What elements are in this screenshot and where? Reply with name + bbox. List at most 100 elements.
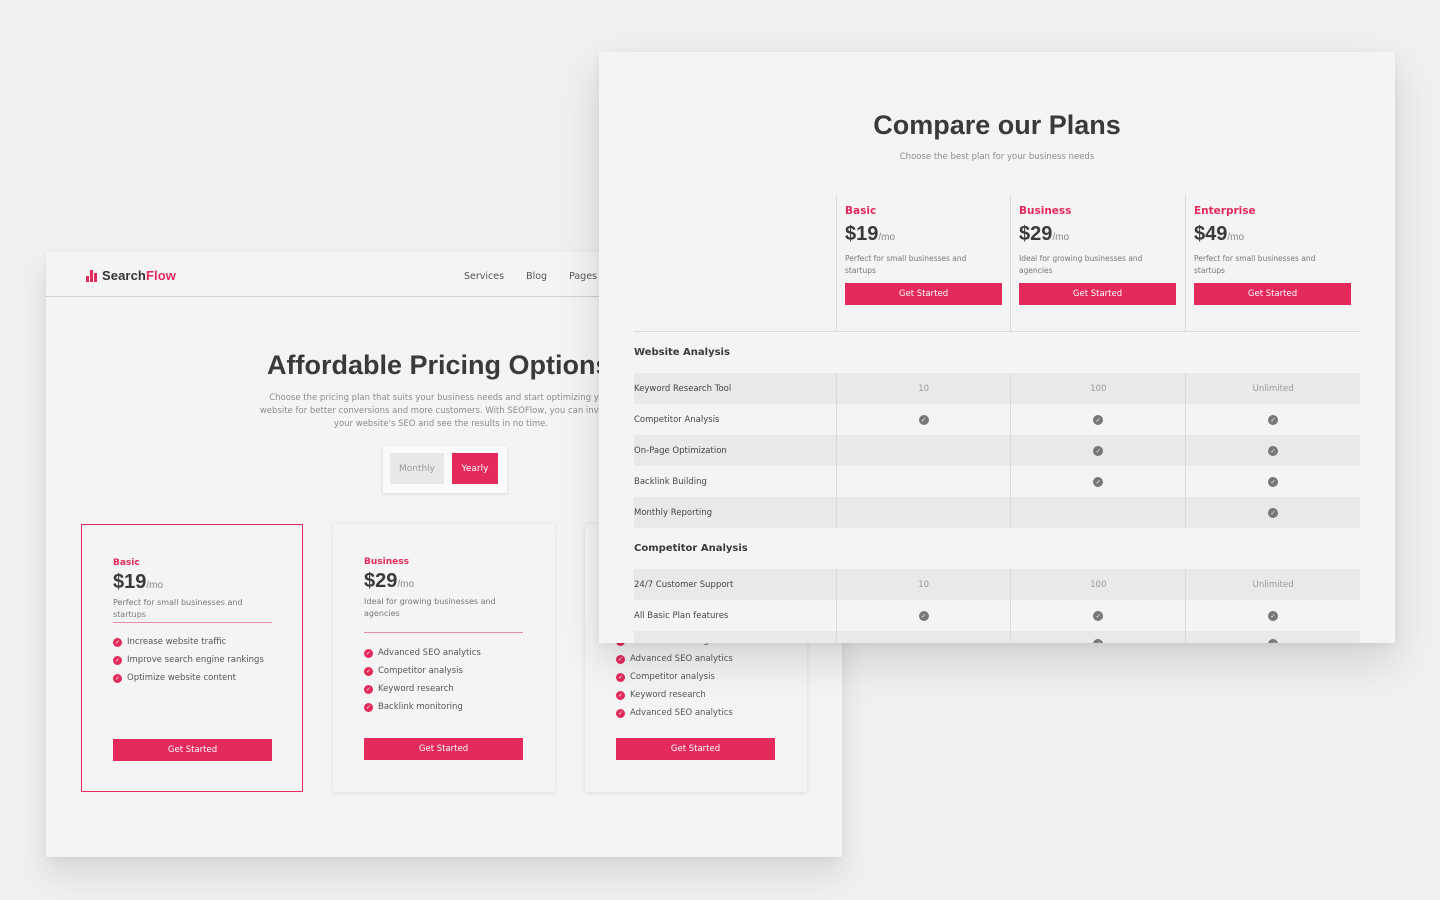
feature-list: ✓Social media integration ✓Advanced SEO … [616,635,734,719]
plan-name: Basic [113,558,140,568]
feature-item: ✓ Keyword research [616,689,734,701]
feature-list: ✓ Increase website traffic ✓ Improve searc… [113,636,264,684]
cell-value: ✓ [835,404,1011,435]
plan-description: Ideal for growing businesses and agencie… [1019,254,1143,275]
plan-header-business: Business $29/mo Ideal for growing busine… [1010,195,1185,331]
cell-value: 10 [835,373,1011,404]
cell-value: ✓ [1010,600,1185,631]
price-amount: $29 [364,570,398,592]
feature-item: ✓ Increase website traffic [113,636,264,648]
cell-value: ✓ [1010,435,1185,466]
table-row: 24/7 Customer Support 10 100 Unlimited [634,569,1360,600]
cell-value: ✓ [835,600,1011,631]
price-period: /mo [878,232,896,243]
check-circle-icon: ✓ [1268,445,1279,456]
toggle-yearly[interactable]: Yearly [452,453,498,484]
price-period: /mo [146,580,164,591]
plan-name: Basic [845,205,877,217]
table-row: All Basic Plan features ✓ ✓ ✓ [634,600,1360,631]
plan-price: $19/mo [845,223,895,246]
get-started-button[interactable]: Get Started [845,283,1002,305]
get-started-button[interactable]: Get Started [364,738,523,760]
cell-value [835,631,1011,643]
price-period: /mo [397,579,415,590]
row-label: All Basic Plan features [634,610,729,621]
get-started-button[interactable]: Get Started [1019,283,1176,305]
nav-services[interactable]: Services [464,271,504,282]
row-label: On-Page Optimization [634,445,727,456]
check-circle-icon: ✓ [1093,445,1104,456]
check-circle-icon: ✓ [1268,476,1279,487]
row-label [634,631,836,643]
cell-value: ✓ [1010,404,1185,435]
check-circle-icon: ✓ [113,655,122,665]
check-circle-icon: ✓ [616,672,625,682]
compare-plans-window: Compare our Plans Choose the best plan f… [599,52,1395,643]
plan-description: Perfect for small businesses and startup… [1194,254,1316,275]
table-row: Keyword Research Tool 10 100 Unlimited [634,373,1360,404]
get-started-button[interactable]: Get Started [1194,283,1351,305]
feature-item: ✓ Competitor analysis [364,665,481,677]
plan-description: Perfect for small businesses and startup… [845,254,967,275]
cell-value [835,466,1011,497]
nav-pages[interactable]: Pages▾ [569,271,602,282]
feature-label: Advanced SEO analytics [378,648,481,658]
plan-name: Business [1019,205,1072,217]
plan-description: Perfect for small businesses and startup… [113,598,243,619]
page-title: Affordable Pricing Options [267,350,611,380]
check-circle-icon: ✓ [1093,414,1104,425]
feature-label: Advanced SEO analytics [630,708,733,718]
feature-item: ✓ Optimize website content [113,672,264,684]
cell-value: 100 [1010,373,1185,404]
compare-title: Compare our Plans [873,110,1121,140]
row-label: Competitor Analysis [634,414,720,425]
feature-label: Improve search engine rankings [127,655,264,665]
price-amount: $49 [1194,223,1228,245]
logo[interactable]: SearchFlow [86,268,176,283]
plan-price: $49/mo [1194,223,1244,246]
feature-list: ✓ Advanced SEO analytics ✓ Competitor anal… [364,647,481,713]
cell-value: ✓ [1185,497,1360,528]
cell-value: ✓ [1185,600,1360,631]
divider [364,632,523,633]
bar-chart-icon [86,269,97,282]
feature-label: Increase website traffic [127,637,227,647]
check-circle-icon: ✓ [1093,610,1104,621]
nav-blog[interactable]: Blog [526,271,547,282]
feature-item: ✓ Backlink monitoring [364,701,481,713]
check-circle-icon: ✓ [1093,639,1104,643]
billing-toggle: Monthly Yearly [383,446,507,493]
feature-item: ✓ Keyword research [364,683,481,695]
check-circle-icon: ✓ [1268,507,1279,518]
toggle-monthly[interactable]: Monthly [390,453,444,484]
feature-label: Keyword research [378,684,454,694]
check-circle-icon: ✓ [364,684,373,694]
feature-item: ✓ Competitor analysis [616,671,734,683]
get-started-button[interactable]: Get Started [616,738,775,760]
check-circle-icon: ✓ [616,708,625,718]
plan-price: $29/mo [364,570,414,593]
price-period: /mo [1227,232,1245,243]
table-row: Monthly Reporting ✓ [634,497,1360,528]
feature-label: Optimize website content [127,673,236,683]
check-circle-icon: ✓ [364,666,373,676]
row-label: Keyword Research Tool [634,383,732,394]
section-heading: Competitor Analysis [634,543,748,554]
section-heading: Website Analysis [634,347,730,358]
check-circle-icon: ✓ [1268,414,1279,425]
cell-value [835,435,1011,466]
cell-value: 10 [835,569,1011,600]
feature-item: ✓ Advanced SEO analytics [616,707,734,719]
plan-price: $19/mo [113,571,163,594]
check-circle-icon: ✓ [1268,610,1279,621]
feature-label: Competitor analysis [378,666,463,676]
row-label: Backlink Building [634,476,707,487]
cell-value: Unlimited [1185,569,1360,600]
plan-price: $29/mo [1019,223,1069,246]
price-amount: $19 [113,571,147,593]
cell-value: ✓ [1185,631,1360,643]
get-started-button[interactable]: Get Started [113,739,272,761]
plan-header-basic: Basic $19/mo Perfect for small businesse… [836,195,1011,331]
check-circle-icon: ✓ [918,414,929,425]
cell-value: 100 [1010,569,1185,600]
